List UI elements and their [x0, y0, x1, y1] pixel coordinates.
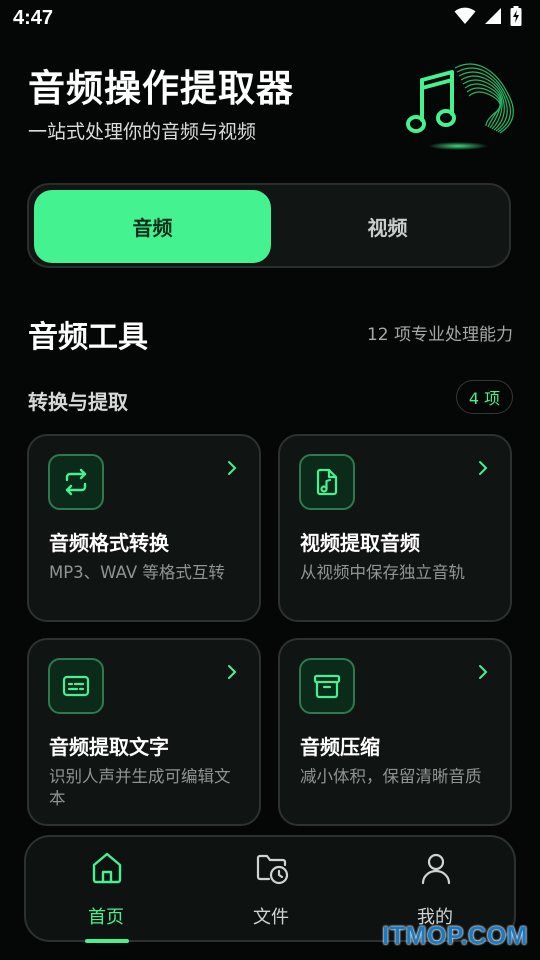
chevron-right-icon — [228, 461, 237, 475]
wifi-icon — [454, 7, 476, 24]
nav-files[interactable]: 文件 — [211, 847, 331, 933]
convert-icon — [48, 454, 104, 510]
card-description: MP3、WAV 等格式互转 — [49, 563, 225, 582]
music-note-illustration — [406, 63, 514, 150]
group-title: 转换与提取 — [28, 390, 128, 414]
home-icon — [92, 852, 122, 884]
nav-profile[interactable]: 我的 — [375, 847, 495, 933]
nav-home[interactable]: 首页 — [46, 847, 166, 943]
tool-card-audio-compress[interactable]: 音频压缩 减小体积，保留清晰音质 — [278, 638, 512, 826]
card-description: 从视频中保存独立音轨 — [300, 563, 465, 582]
status-time: 4:47 — [13, 7, 54, 29]
group-count-badge: 4 项 — [456, 380, 513, 414]
tool-card-video-extract-audio[interactable]: 视频提取音频 从视频中保存独立音轨 — [278, 434, 512, 622]
card-description: 减小体积，保留清晰音质 — [300, 767, 482, 786]
media-type-switch: 音频 视频 — [27, 183, 511, 268]
nav-label: 文件 — [253, 907, 289, 928]
app-title: 音频操作提取器 — [28, 67, 294, 110]
chevron-right-icon — [228, 665, 237, 679]
watermark: ITMOP.COM — [382, 922, 528, 950]
archive-icon — [299, 658, 355, 714]
status-icons — [454, 6, 522, 26]
tab-video[interactable]: 视频 — [269, 190, 506, 263]
subtitles-icon — [48, 658, 104, 714]
card-title: 音频压缩 — [300, 735, 380, 759]
nav-label: 首页 — [88, 907, 124, 928]
card-description: 识别人声并生成可编辑文本 — [49, 767, 231, 808]
user-icon — [421, 853, 451, 885]
battery-charging-icon — [510, 6, 522, 26]
status-bar: 4:47 — [0, 0, 540, 36]
app-subtitle: 一站式处理你的音频与视频 — [28, 121, 257, 143]
section-count: 12 项专业处理能力 — [366, 325, 513, 345]
tool-card-format-convert[interactable]: 音频格式转换 MP3、WAV 等格式互转 — [27, 434, 261, 622]
card-title: 视频提取音频 — [300, 531, 420, 555]
card-title: 音频提取文字 — [49, 735, 169, 759]
folder-clock-icon — [256, 854, 289, 885]
card-title: 音频格式转换 — [49, 531, 169, 555]
nav-active-indicator — [85, 939, 129, 943]
chevron-right-icon — [479, 461, 488, 475]
section-title: 音频工具 — [28, 320, 148, 355]
tab-audio[interactable]: 音频 — [34, 190, 271, 263]
audio-file-icon — [299, 454, 355, 510]
chevron-right-icon — [479, 665, 488, 679]
signal-icon — [485, 8, 501, 24]
tool-card-speech-to-text[interactable]: 音频提取文字 识别人声并生成可编辑文本 — [27, 638, 261, 826]
